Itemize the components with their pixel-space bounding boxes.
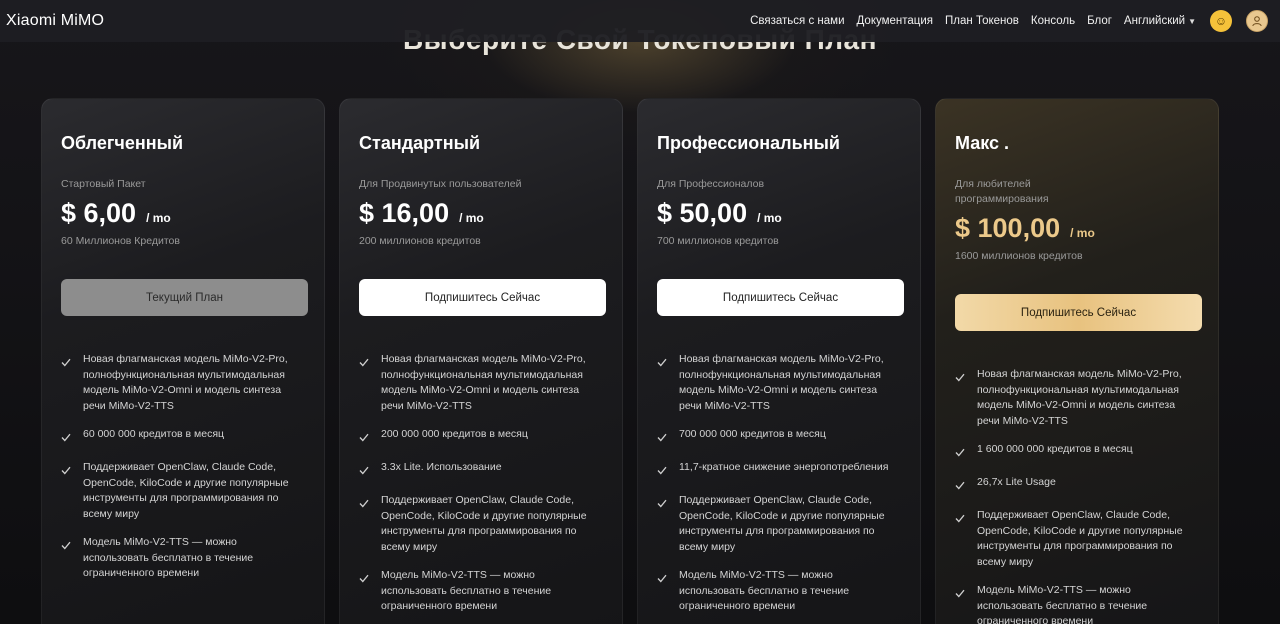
price-row: $ 50,00 / mo	[657, 198, 901, 229]
check-icon	[955, 369, 967, 429]
nav-console[interactable]: Консоль	[1031, 15, 1075, 27]
nav-contact[interactable]: Связаться с нами	[750, 15, 844, 27]
plan-title: Профессиональный	[657, 133, 840, 153]
plan-credits: 60 Миллионов Кредитов	[61, 235, 180, 247]
plan-period: / mo	[757, 211, 782, 225]
top-navbar: Xiaomi MiMO Связаться с нами Документаци…	[0, 0, 1280, 42]
feature-item: Поддерживает OpenClaw, Claude Code, Open…	[359, 493, 603, 555]
plan-credits: 200 миллионов кредитов	[359, 235, 481, 247]
plan-subtitle: Для Продвинутых пользователей	[359, 178, 522, 190]
plan-period: / mo	[459, 211, 484, 225]
plan-card-lite: Облегченный Стартовый Пакет $ 6,00 / mo …	[41, 98, 325, 624]
plan-title: Стандартный	[359, 133, 481, 153]
check-icon	[359, 429, 371, 447]
check-icon	[657, 429, 669, 447]
check-icon	[657, 354, 669, 414]
feature-list: Новая флагманская модель MiMo-V2-Pro, по…	[955, 367, 1199, 624]
plan-price: $ 6,00	[61, 198, 137, 228]
subscribe-button[interactable]: Подпишитесь Сейчас	[657, 279, 904, 316]
subscribe-button[interactable]: Подпишитесь Сейчас	[359, 279, 606, 316]
check-icon	[955, 510, 967, 570]
subscribe-button[interactable]: Подпишитесь Сейчас	[955, 294, 1202, 331]
check-icon	[61, 462, 73, 522]
feature-item: Новая флагманская модель MiMo-V2-Pro, по…	[657, 352, 901, 414]
feature-item: Модель MiMo-V2-TTS — можно использовать …	[955, 583, 1199, 624]
feature-item: Поддерживает OpenClaw, Claude Code, Open…	[955, 508, 1199, 570]
feature-item: 700 000 000 кредитов в месяц	[657, 427, 901, 447]
feature-item: 11,7-кратное снижение энергопотребления	[657, 460, 901, 480]
feature-list: Новая флагманская модель MiMo-V2-Pro, по…	[61, 352, 305, 582]
feature-item: Модель MiMo-V2-TTS — можно использовать …	[61, 535, 305, 582]
feature-item: 1 600 000 000 кредитов в месяц	[955, 442, 1199, 462]
price-row: $ 6,00 / mo	[61, 198, 305, 229]
language-label: Английский	[1123, 15, 1186, 27]
check-icon	[955, 444, 967, 462]
check-icon	[359, 495, 371, 555]
plan-period: / mo	[146, 211, 171, 225]
check-icon	[61, 354, 73, 414]
feature-item: Модель MiMo-V2-TTS — можно использовать …	[359, 568, 603, 615]
user-icon	[1252, 16, 1262, 27]
feature-item: Новая флагманская модель MiMo-V2-Pro, по…	[61, 352, 305, 414]
feature-list: Новая флагманская модель MiMo-V2-Pro, по…	[657, 352, 901, 615]
price-row: $ 16,00 / mo	[359, 198, 603, 229]
feature-list: Новая флагманская модель MiMo-V2-Pro, по…	[359, 352, 603, 615]
plan-title: Облегченный	[61, 133, 184, 153]
avatar[interactable]	[1246, 10, 1268, 32]
plan-subtitle: Для любителей программирования	[955, 178, 1049, 205]
plan-card-standard: Стандартный Для Продвинутых пользователе…	[339, 98, 623, 624]
check-icon	[359, 570, 371, 615]
plan-card-max: Макс . Для любителей программирования $ …	[935, 98, 1219, 624]
plan-credits: 1600 миллионов кредитов	[955, 250, 1083, 262]
language-selector[interactable]: Английский ▼	[1124, 15, 1196, 27]
nav-menu: Связаться с нами Документация План Токен…	[738, 10, 1268, 32]
check-icon	[657, 570, 669, 615]
check-icon	[955, 477, 967, 495]
plan-price: $ 16,00	[359, 198, 450, 228]
plan-period: / mo	[1070, 226, 1095, 240]
nav-docs[interactable]: Документация	[857, 15, 934, 27]
check-icon	[61, 537, 73, 582]
feature-item: Поддерживает OpenClaw, Claude Code, Open…	[61, 460, 305, 522]
nav-token-plan[interactable]: План Токенов	[945, 15, 1019, 27]
feature-item: Модель MiMo-V2-TTS — можно использовать …	[657, 568, 901, 615]
plan-title: Макс .	[955, 133, 1010, 153]
plan-subtitle: Стартовый Пакет	[61, 178, 146, 190]
feature-item: 26,7x Lite Usage	[955, 475, 1199, 495]
chevron-down-icon: ▼	[1188, 16, 1196, 26]
nav-blog[interactable]: Блог	[1087, 15, 1112, 27]
check-icon	[61, 429, 73, 447]
feature-item: 200 000 000 кредитов в месяц	[359, 427, 603, 447]
feature-item: 60 000 000 кредитов в месяц	[61, 427, 305, 447]
hugging-face-icon[interactable]: ☺	[1210, 10, 1232, 32]
feature-item: Новая флагманская модель MiMo-V2-Pro, по…	[955, 367, 1199, 429]
plan-price: $ 100,00	[955, 213, 1061, 243]
check-icon	[657, 495, 669, 555]
plan-credits: 700 миллионов кредитов	[657, 235, 779, 247]
price-row: $ 100,00 / mo	[955, 213, 1199, 244]
logo[interactable]: Xiaomi MiMO	[6, 12, 104, 30]
check-icon	[359, 354, 371, 414]
current-plan-button[interactable]: Текущий План	[61, 279, 308, 316]
plan-price: $ 50,00	[657, 198, 748, 228]
feature-item: Новая флагманская модель MiMo-V2-Pro, по…	[359, 352, 603, 414]
check-icon	[657, 462, 669, 480]
plan-subtitle: Для Профессионалов	[657, 178, 765, 190]
feature-item: 3.3x Lite. Использование	[359, 460, 603, 480]
plan-card-pro: Профессиональный Для Профессионалов $ 50…	[637, 98, 921, 624]
check-icon	[955, 585, 967, 624]
check-icon	[359, 462, 371, 480]
feature-item: Поддерживает OpenClaw, Claude Code, Open…	[657, 493, 901, 555]
